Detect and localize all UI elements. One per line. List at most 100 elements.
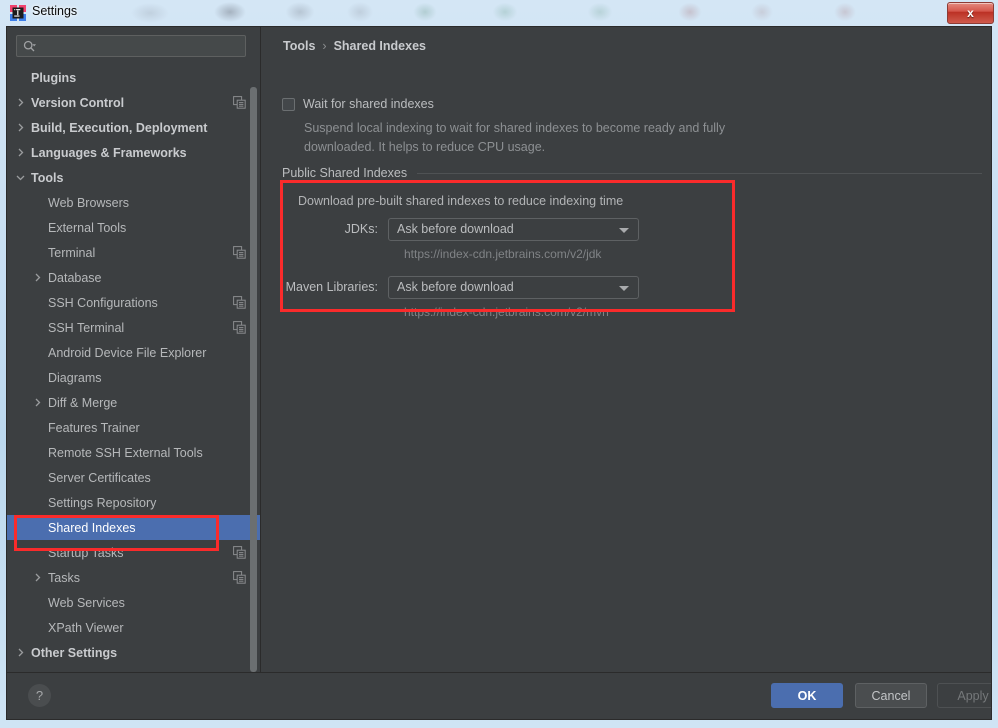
index-cdn-url: https://index-cdn.jetbrains.com/v2/mvn [404, 305, 752, 319]
sidebar-item-label: Plugins [31, 71, 76, 85]
sidebar-item-label: Other Settings [31, 646, 117, 660]
sidebar-item-languages-frameworks[interactable]: Languages & Frameworks [7, 140, 260, 165]
apply-button-label: Apply [957, 689, 988, 703]
ok-button[interactable]: OK [771, 683, 843, 708]
sidebar-item-label: Shared Indexes [48, 521, 136, 535]
sidebar-item-label: Tools [31, 171, 63, 185]
wait-for-shared-indexes-label: Wait for shared indexes [303, 97, 434, 111]
cancel-button-label: Cancel [872, 689, 911, 703]
dropdown-selected-value: Ask before download [397, 280, 514, 294]
intellij-idea-icon [10, 5, 26, 21]
form-row-label: JDKs: [282, 222, 388, 236]
copy-settings-icon[interactable] [233, 296, 246, 309]
form-row-label: Maven Libraries: [282, 280, 388, 294]
sidebar-item-label: Server Certificates [48, 471, 151, 485]
sidebar-item-version-control[interactable]: Version Control [7, 90, 260, 115]
help-icon: ? [36, 688, 43, 703]
help-button[interactable]: ? [28, 684, 51, 707]
breadcrumb-current: Shared Indexes [334, 39, 426, 53]
sidebar-item-diff-merge[interactable]: Diff & Merge [7, 390, 260, 415]
sidebar-item-remote-ssh-external-tools[interactable]: Remote SSH External Tools [7, 440, 260, 465]
chevron-right-icon[interactable] [15, 647, 26, 658]
breadcrumb: Tools › Shared Indexes [283, 39, 426, 53]
sidebar-item-label: Android Device File Explorer [48, 346, 206, 360]
sidebar-item-server-certificates[interactable]: Server Certificates [7, 465, 260, 490]
sidebar-item-terminal[interactable]: Terminal [7, 240, 260, 265]
sidebar-item-web-services[interactable]: Web Services [7, 590, 260, 615]
copy-settings-icon[interactable] [233, 96, 246, 109]
sidebar-scrollbar[interactable] [250, 87, 257, 672]
public-shared-indexes-section-header: Public Shared Indexes [282, 166, 982, 180]
copy-settings-icon[interactable] [233, 546, 246, 559]
settings-tree: Plugins Version ControlBuild, Execution, … [7, 65, 260, 673]
download-mode-dropdown[interactable]: Ask before download [388, 276, 639, 299]
sidebar-item-database[interactable]: Database [7, 265, 260, 290]
chevron-right-icon[interactable] [32, 572, 43, 583]
sidebar-item-label: XPath Viewer [48, 621, 124, 635]
close-icon: x [967, 7, 974, 19]
copy-settings-icon[interactable] [233, 321, 246, 334]
sidebar-item-shared-indexes[interactable]: Shared Indexes [7, 515, 260, 540]
sidebar-item-label: Diagrams [48, 371, 102, 385]
chevron-right-icon[interactable] [32, 272, 43, 283]
index-cdn-url: https://index-cdn.jetbrains.com/v2/jdk [404, 247, 752, 261]
sidebar-item-diagrams[interactable]: Diagrams [7, 365, 260, 390]
breadcrumb-parent[interactable]: Tools [283, 39, 315, 53]
sidebar-item-plugins[interactable]: Plugins [7, 65, 260, 90]
sidebar-item-tasks[interactable]: Tasks [7, 565, 260, 590]
sidebar-item-label: Terminal [48, 246, 95, 260]
sidebar-item-label: Web Services [48, 596, 125, 610]
sidebar-item-label: Database [48, 271, 102, 285]
sidebar-item-label: SSH Configurations [48, 296, 158, 310]
chevron-right-icon[interactable] [15, 97, 26, 108]
form-row: Maven Libraries: Ask before download [282, 275, 752, 299]
download-mode-dropdown[interactable]: Ask before download [388, 218, 639, 241]
sidebar-item-android-device-file-explorer[interactable]: Android Device File Explorer [7, 340, 260, 365]
title-bar: Settings x [0, 0, 998, 26]
section-divider [417, 173, 982, 174]
copy-settings-icon[interactable] [233, 246, 246, 259]
sidebar-item-startup-tasks[interactable]: Startup Tasks [7, 540, 260, 565]
chevron-right-icon[interactable] [15, 147, 26, 158]
breadcrumb-separator-icon: › [322, 39, 326, 53]
sidebar-item-ssh-configurations[interactable]: SSH Configurations [7, 290, 260, 315]
apply-button: Apply [937, 683, 992, 708]
sidebar-item-external-tools[interactable]: External Tools [7, 215, 260, 240]
chevron-right-icon[interactable] [15, 122, 26, 133]
sidebar-item-label: Web Browsers [48, 196, 129, 210]
download-hint-label: Download pre-built shared indexes to red… [298, 194, 623, 208]
sidebar-item-label: Remote SSH External Tools [48, 446, 203, 460]
dropdown-selected-value: Ask before download [397, 222, 514, 236]
sidebar-item-settings-repository[interactable]: Settings Repository [7, 490, 260, 515]
chevron-right-icon[interactable] [32, 397, 43, 408]
settings-dialog: Plugins Version ControlBuild, Execution, … [6, 26, 992, 720]
sidebar-item-web-browsers[interactable]: Web Browsers [7, 190, 260, 215]
copy-settings-icon[interactable] [233, 571, 246, 584]
sidebar-item-label: Startup Tasks [48, 546, 124, 560]
section-title: Public Shared Indexes [282, 166, 407, 180]
cancel-button[interactable]: Cancel [855, 683, 927, 708]
settings-detail-pane: Tools › Shared Indexes Wait for shared i… [261, 27, 992, 673]
sidebar-item-build-execution-deployment[interactable]: Build, Execution, Deployment [7, 115, 260, 140]
chevron-down-icon[interactable] [619, 228, 629, 233]
window-title: Settings [32, 4, 77, 18]
sidebar-item-label: Tasks [48, 571, 80, 585]
sidebar-item-tools[interactable]: Tools [7, 165, 260, 190]
settings-tree-pane: Plugins Version ControlBuild, Execution, … [7, 27, 261, 673]
sidebar-item-features-trainer[interactable]: Features Trainer [7, 415, 260, 440]
shared-indexes-form: JDKs: Ask before download https://index-cd… [282, 217, 752, 333]
search-input[interactable] [16, 35, 246, 57]
close-button[interactable]: x [947, 2, 994, 24]
search-icon [23, 40, 36, 53]
sidebar-item-ssh-terminal[interactable]: SSH Terminal [7, 315, 260, 340]
sidebar-scrollbar-thumb[interactable] [250, 87, 257, 672]
chevron-down-icon[interactable] [15, 172, 26, 183]
wait-for-shared-indexes-description: Suspend local indexing to wait for share… [304, 119, 774, 157]
sidebar-item-label: Diff & Merge [48, 396, 117, 410]
sidebar-item-xpath-viewer[interactable]: XPath Viewer [7, 615, 260, 640]
sidebar-item-other-settings[interactable]: Other Settings [7, 640, 260, 665]
chevron-down-icon[interactable] [619, 286, 629, 291]
settings-window: Settings x Plugins Version ControlBuild, … [0, 0, 998, 728]
wait-for-shared-indexes-checkbox[interactable] [282, 98, 295, 111]
wait-for-shared-indexes-row[interactable]: Wait for shared indexes [282, 97, 434, 111]
